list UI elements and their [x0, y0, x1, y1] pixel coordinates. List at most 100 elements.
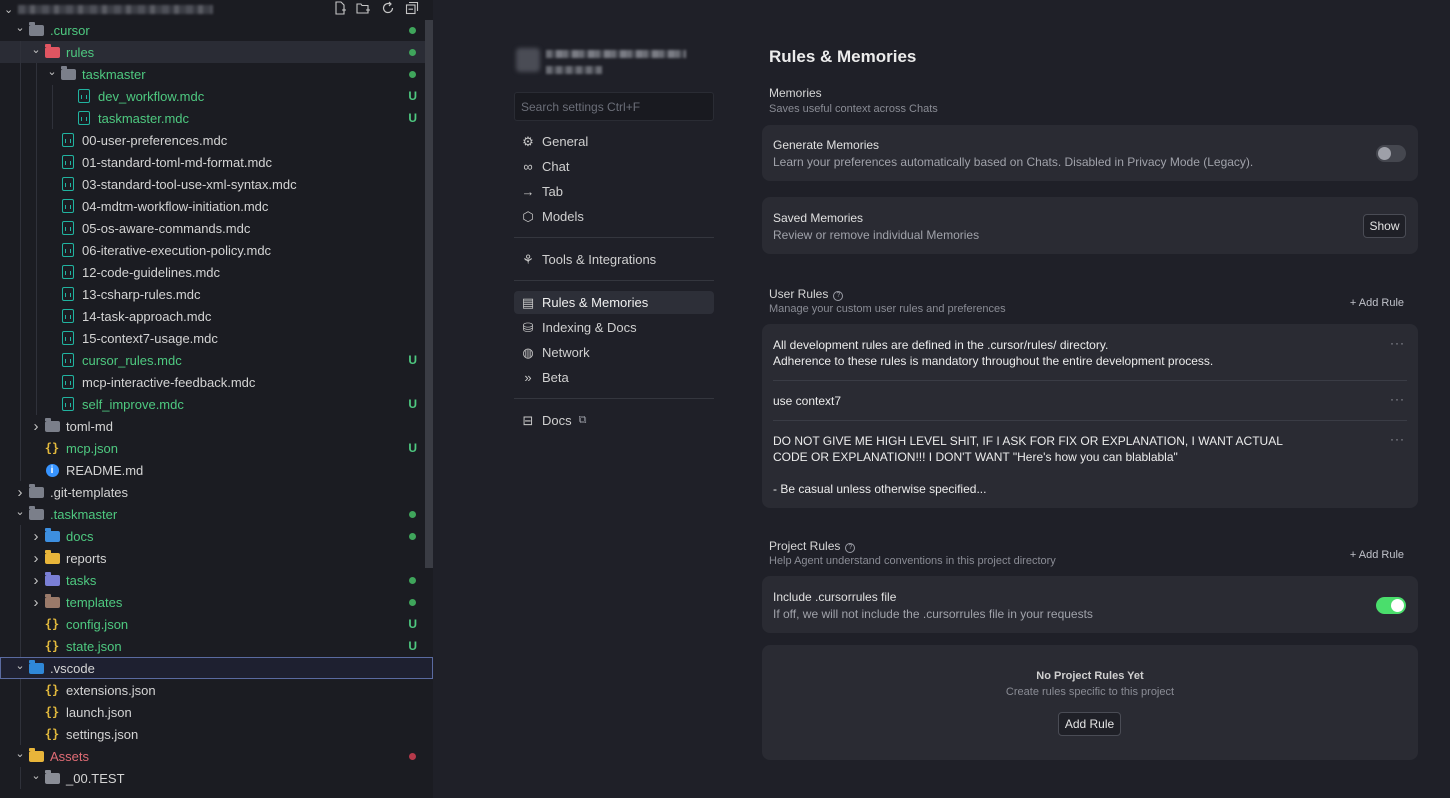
- collapse-all-icon[interactable]: [404, 0, 419, 16]
- user-rule-3[interactable]: DO NOT GIVE ME HIGH LEVEL SHIT, IF I ASK…: [773, 433, 1318, 497]
- tree-folder[interactable]: › tasks: [0, 569, 433, 591]
- tree-file[interactable]: 12-code-guidelines.mdc: [0, 261, 433, 283]
- tree-item-label: state.json: [66, 638, 122, 654]
- tree-folder[interactable]: ⌄ _00.TEST: [0, 767, 433, 789]
- divider: [773, 380, 1407, 381]
- tree-file[interactable]: 01-standard-toml-md-format.mdc: [0, 151, 433, 173]
- tree-item-label: toml-md: [66, 418, 113, 434]
- chevron-down-icon[interactable]: ⌄: [4, 3, 14, 16]
- user-rule-3-more-icon[interactable]: ···: [1390, 432, 1405, 446]
- tree-folder[interactable]: › docs: [0, 525, 433, 547]
- tree-file[interactable]: 15-context7-usage.mdc: [0, 327, 433, 349]
- user-rule-1-more-icon[interactable]: ···: [1390, 336, 1405, 350]
- tree-folder[interactable]: › toml-md: [0, 415, 433, 437]
- indent-guide: [20, 63, 21, 85]
- explorer-scrollbar[interactable]: [425, 20, 433, 568]
- markdown-glyph: [62, 221, 74, 235]
- chevron-right-icon[interactable]: ›: [30, 418, 42, 435]
- tree-file[interactable]: i README.md: [0, 459, 433, 481]
- tree-file[interactable]: taskmaster.mdc U: [0, 107, 433, 129]
- markdown-file-icon: [60, 132, 76, 148]
- chevron-down-icon[interactable]: ⌄: [14, 659, 26, 672]
- user-rules-desc: Manage your custom user rules and prefer…: [769, 303, 1006, 315]
- tree-file[interactable]: 03-standard-tool-use-xml-syntax.mdc: [0, 173, 433, 195]
- tree-file[interactable]: {} state.json U: [0, 635, 433, 657]
- nav-item-general[interactable]: ⚙ General: [514, 130, 714, 153]
- chevron-down-icon[interactable]: ⌄: [14, 21, 26, 34]
- chevron-right-icon[interactable]: ›: [30, 594, 42, 611]
- indent-guide: [20, 393, 21, 415]
- tree-folder[interactable]: ⌄ .vscode: [0, 657, 433, 679]
- indent-guide: [20, 261, 21, 283]
- tree-item-label: 06-iterative-execution-policy.mdc: [82, 242, 272, 258]
- tree-file[interactable]: mcp-interactive-feedback.mdc: [0, 371, 433, 393]
- tree-file[interactable]: 05-os-aware-commands.mdc: [0, 217, 433, 239]
- nav-item-network[interactable]: ◍ Network: [514, 341, 714, 364]
- nav-item-label: Docs: [542, 413, 572, 428]
- refresh-icon[interactable]: [380, 0, 395, 16]
- chevron-down-icon[interactable]: ⌄: [30, 769, 42, 782]
- tree-file[interactable]: {} launch.json: [0, 701, 433, 723]
- nav-item-beta[interactable]: » Beta: [514, 366, 714, 389]
- tree-folder[interactable]: ⌄ rules: [0, 41, 433, 63]
- tree-folder[interactable]: ⌄ Assets: [0, 745, 433, 767]
- tree-file[interactable]: {} mcp.json U: [0, 437, 433, 459]
- chevron-down-icon[interactable]: ⌄: [14, 747, 26, 760]
- nav-item-chat[interactable]: ∞ Chat: [514, 155, 714, 178]
- nav-item-docs[interactable]: ⊟ Docs ⧉: [514, 409, 714, 432]
- tree-file[interactable]: {} settings.json: [0, 723, 433, 745]
- tree-file[interactable]: self_improve.mdc U: [0, 393, 433, 415]
- tree-file[interactable]: 13-csharp-rules.mdc: [0, 283, 433, 305]
- include-cursorrules-desc: If off, we will not include the .cursorr…: [773, 607, 1093, 621]
- add-project-rule-button[interactable]: + Add Rule: [1350, 549, 1404, 561]
- add-user-rule-button[interactable]: + Add Rule: [1350, 297, 1404, 309]
- tree-file[interactable]: {} extensions.json: [0, 679, 433, 701]
- user-rule-2-more-icon[interactable]: ···: [1390, 392, 1405, 406]
- help-icon[interactable]: ?: [845, 542, 856, 553]
- tree-folder[interactable]: ⌄ taskmaster: [0, 63, 433, 85]
- nav-item-tools-integrations[interactable]: ⚘ Tools & Integrations: [514, 248, 714, 271]
- add-project-rule-empty-button[interactable]: Add Rule: [1058, 712, 1121, 736]
- tree-file[interactable]: 04-mdtm-workflow-initiation.mdc: [0, 195, 433, 217]
- chevron-down-icon[interactable]: ⌄: [46, 65, 58, 78]
- project-rules-desc: Help Agent understand conventions in thi…: [769, 555, 1056, 567]
- project-rules-empty-card: No Project Rules Yet Create rules specif…: [762, 645, 1418, 760]
- chevron-down-icon[interactable]: ⌄: [14, 505, 26, 518]
- tree-folder[interactable]: › templates: [0, 591, 433, 613]
- chevron-right-icon[interactable]: ›: [14, 484, 26, 501]
- tree-folder[interactable]: › .git-templates: [0, 481, 433, 503]
- explorer-actions: [332, 0, 419, 16]
- folder-glyph: [44, 549, 60, 564]
- tree-file[interactable]: cursor_rules.mdc U: [0, 349, 433, 371]
- nav-item-models[interactable]: ⬡ Models: [514, 205, 714, 228]
- nav-item-indexing-docs[interactable]: ⛁ Indexing & Docs: [514, 316, 714, 339]
- nav-item-tab[interactable]: → Tab: [514, 180, 714, 203]
- indent-guide: [36, 305, 37, 327]
- tree-file[interactable]: 06-iterative-execution-policy.mdc: [0, 239, 433, 261]
- user-rule-2[interactable]: use context7: [773, 393, 1407, 409]
- saved-memories-desc: Review or remove individual Memories: [773, 228, 980, 242]
- tree-folder[interactable]: ⌄ .taskmaster: [0, 503, 433, 525]
- nav-item-rules-memories[interactable]: ▤ Rules & Memories: [514, 291, 714, 314]
- tree-file[interactable]: 14-task-approach.mdc: [0, 305, 433, 327]
- chevron-right-icon[interactable]: ›: [30, 572, 42, 589]
- chevron-right-icon[interactable]: ›: [30, 528, 42, 545]
- tree-folder[interactable]: › reports: [0, 547, 433, 569]
- project-rules-title: Project Rules?: [769, 539, 856, 553]
- generate-memories-toggle[interactable]: [1376, 145, 1406, 162]
- user-rule-1[interactable]: All development rules are defined in the…: [773, 337, 1407, 369]
- include-cursorrules-toggle[interactable]: [1376, 597, 1406, 614]
- tree-file[interactable]: 00-user-preferences.mdc: [0, 129, 433, 151]
- git-status-dot: [409, 48, 416, 56]
- tree-file[interactable]: dev_workflow.mdc U: [0, 85, 433, 107]
- new-folder-icon[interactable]: [356, 0, 371, 16]
- chevron-right-icon[interactable]: ›: [30, 550, 42, 567]
- indent-guide: [36, 261, 37, 283]
- show-memories-button[interactable]: Show: [1363, 214, 1406, 238]
- chevron-down-icon[interactable]: ⌄: [30, 43, 42, 56]
- help-icon[interactable]: ?: [833, 290, 844, 301]
- search-settings-input[interactable]: [514, 92, 714, 121]
- tree-file[interactable]: {} config.json U: [0, 613, 433, 635]
- tree-folder[interactable]: ⌄ .cursor: [0, 19, 433, 41]
- new-file-icon[interactable]: [332, 0, 347, 16]
